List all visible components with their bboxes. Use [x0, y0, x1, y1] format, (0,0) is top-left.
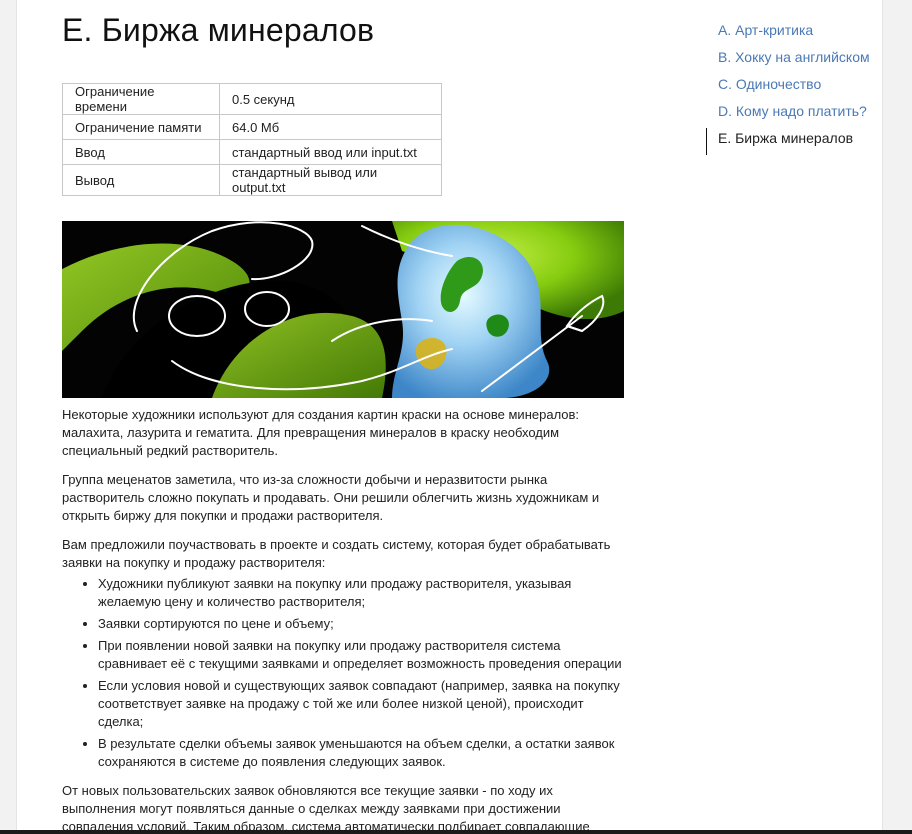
list-item: Если условия новой и существующих заявок… [98, 677, 627, 731]
limit-label: Ограничение памяти [62, 114, 220, 140]
statement-paragraph: Группа меценатов заметила, что из-за сло… [62, 472, 600, 523]
limit-label: Вывод [62, 164, 220, 196]
list-item: При появлении новой заявки на покупку ил… [98, 637, 627, 673]
problem-banner-image [62, 221, 624, 398]
nav-item-art-critique[interactable]: A. Арт-критика [706, 20, 882, 47]
limit-value: стандартный ввод или input.txt [219, 139, 442, 165]
statement-paragraph: От новых пользовательских заявок обновля… [62, 783, 590, 830]
limit-value: стандартный вывод или output.txt [219, 164, 442, 196]
list-item: В результате сделки объемы заявок уменьш… [98, 735, 627, 771]
limit-label: Ограничение времени [62, 83, 220, 115]
paint-palette-brush-icon [62, 221, 624, 398]
table-row: Вывод стандартный вывод или output.txt [62, 164, 442, 196]
limit-label: Ввод [62, 139, 220, 165]
nav-item-loneliness[interactable]: C. Одиночество [706, 74, 882, 101]
list-item: Художники публикуют заявки на покупку ил… [98, 575, 627, 611]
statement-list: Художники публикуют заявки на покупку ил… [62, 575, 627, 771]
nav-item-mineral-exchange[interactable]: E. Биржа минералов [706, 128, 882, 155]
limit-value: 0.5 секунд [219, 83, 442, 115]
problem-page: E. Биржа минералов Ограничение времени 0… [16, 0, 883, 830]
list-item: Заявки сортируются по цене и объему; [98, 615, 627, 633]
bottom-bar [0, 830, 912, 834]
table-row: Ввод стандартный ввод или input.txt [62, 139, 442, 165]
problem-statement: Некоторые художники используют для созда… [62, 406, 627, 830]
nav-item-haiku[interactable]: B. Хокку на английском [706, 47, 882, 74]
problem-nav: A. Арт-критика B. Хокку на английском C.… [706, 20, 882, 155]
statement-paragraph: Вам предложили поучаствовать в проекте и… [62, 537, 611, 570]
page-title: E. Биржа минералов [62, 12, 375, 48]
table-row: Ограничение памяти 64.0 Мб [62, 114, 442, 140]
statement-paragraph: Некоторые художники используют для созда… [62, 407, 580, 458]
table-row: Ограничение времени 0.5 секунд [62, 83, 442, 115]
limits-table: Ограничение времени 0.5 секунд Ограничен… [62, 83, 442, 196]
limit-value: 64.0 Мб [219, 114, 442, 140]
nav-item-who-pays[interactable]: D. Кому надо платить? [706, 101, 882, 128]
